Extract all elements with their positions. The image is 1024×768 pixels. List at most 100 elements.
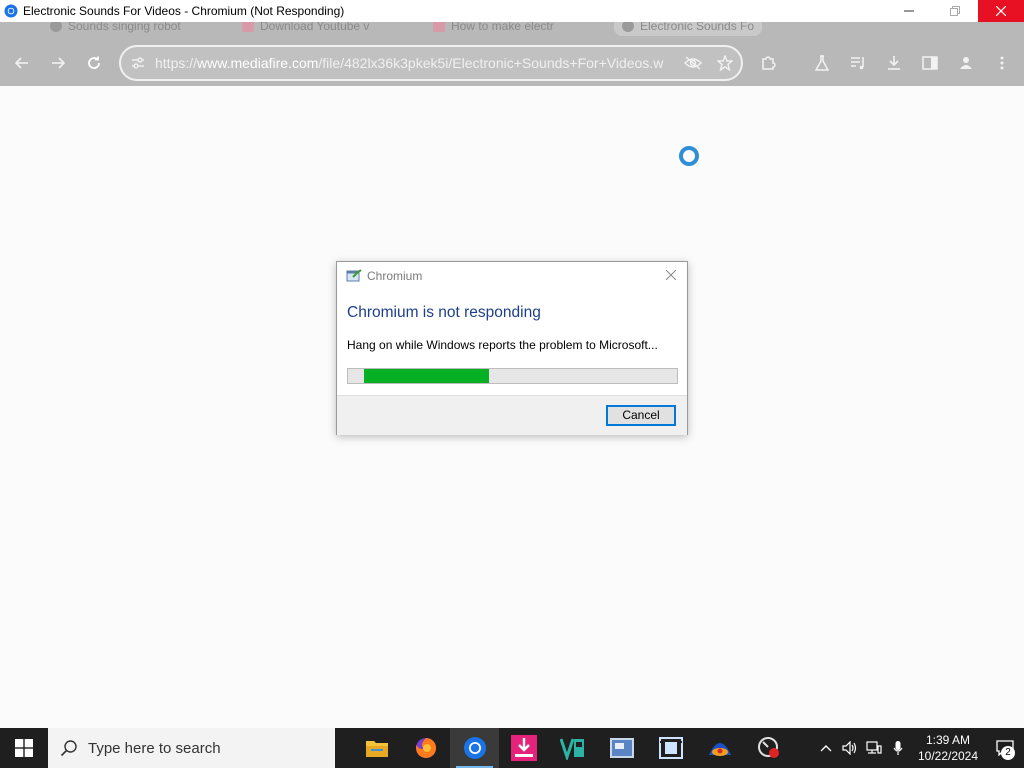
profile-button[interactable] bbox=[949, 46, 983, 80]
forward-icon bbox=[52, 57, 65, 69]
globe-icon bbox=[50, 22, 62, 32]
microphone-icon bbox=[893, 741, 903, 755]
window-titlebar: Electronic Sounds For Videos - Chromium … bbox=[0, 0, 1024, 22]
taskbar-file-explorer[interactable] bbox=[352, 728, 401, 768]
taskbar-screen-tool[interactable] bbox=[597, 728, 646, 768]
tab-3[interactable]: How to make electr bbox=[433, 22, 554, 36]
dialog-footer: Cancel bbox=[337, 395, 687, 435]
taskbar-vpn-app[interactable] bbox=[695, 728, 744, 768]
chromium-logo-icon bbox=[4, 4, 18, 18]
media-control-button[interactable] bbox=[841, 46, 875, 80]
network-icon bbox=[866, 741, 882, 754]
tab-4-active[interactable]: Electronic Sounds Fo bbox=[614, 22, 763, 36]
download-app-icon bbox=[510, 735, 537, 761]
page-icon bbox=[433, 22, 445, 32]
loading-spinner-icon bbox=[679, 146, 699, 166]
url-path: /file/482lx36k3pkek5i/Electronic+Sounds+… bbox=[318, 55, 664, 71]
progress-bar bbox=[347, 368, 678, 384]
notification-center-button[interactable]: 2 bbox=[986, 728, 1024, 768]
dialog-title: Chromium bbox=[367, 269, 423, 283]
tab-label: Electronic Sounds Fo bbox=[640, 22, 755, 33]
close-window-button[interactable] bbox=[978, 0, 1024, 22]
windows-logo-icon bbox=[15, 739, 33, 757]
restore-icon bbox=[950, 6, 960, 16]
url-text[interactable]: https://www.mediafire.com/file/482lx36k3… bbox=[155, 55, 677, 71]
file-explorer-icon bbox=[365, 741, 388, 757]
vpn-app-icon bbox=[708, 743, 731, 756]
url-host: www.mediafire.com bbox=[197, 55, 319, 71]
minimize-button[interactable] bbox=[886, 0, 932, 22]
tab-label: Sounds singing robot bbox=[68, 22, 181, 33]
tab-label: How to make electr bbox=[451, 22, 554, 33]
taskbar-media-app[interactable] bbox=[646, 728, 695, 768]
browser-chrome: Sounds singing robot Download Youtube v … bbox=[0, 22, 1024, 86]
media-app-icon bbox=[658, 737, 683, 759]
volume-button[interactable] bbox=[838, 728, 862, 768]
dialog-heading: Chromium is not responding bbox=[347, 304, 541, 321]
address-bar[interactable]: https://www.mediafire.com/file/482lx36k3… bbox=[119, 45, 743, 81]
dialog-titlebar: Chromium bbox=[337, 262, 687, 290]
taskbar-clock[interactable]: 1:39 AM 10/22/2024 bbox=[910, 732, 986, 764]
star-icon[interactable] bbox=[709, 55, 741, 71]
menu-icon bbox=[1000, 56, 1004, 70]
close-icon bbox=[665, 269, 677, 281]
close-icon bbox=[996, 6, 1006, 16]
taskbar-chromium[interactable] bbox=[450, 728, 499, 768]
reload-icon bbox=[88, 56, 100, 69]
forward-button[interactable] bbox=[41, 46, 75, 80]
taskbar-vs-app[interactable] bbox=[548, 728, 597, 768]
page-icon bbox=[242, 22, 254, 32]
taskbar: Type here to search 1:39 AM 10/22/2024 2 bbox=[0, 728, 1024, 768]
app-window-icon bbox=[346, 269, 362, 282]
clock-time: 1:39 AM bbox=[925, 733, 971, 747]
back-button[interactable] bbox=[5, 46, 39, 80]
screen-tool-icon bbox=[609, 738, 634, 758]
not-responding-dialog: Chromium Chromium is not responding Hang… bbox=[336, 261, 688, 435]
globe-icon bbox=[622, 22, 634, 32]
reload-button[interactable] bbox=[77, 46, 111, 80]
progress-fill bbox=[364, 369, 489, 383]
taskbar-download-app[interactable] bbox=[499, 728, 548, 768]
media-control-icon bbox=[851, 57, 864, 70]
tab-1[interactable]: Sounds singing robot bbox=[50, 22, 181, 36]
tray-overflow-button[interactable] bbox=[814, 728, 838, 768]
tab-strip: Sounds singing robot Download Youtube v … bbox=[0, 22, 1024, 40]
network-button[interactable] bbox=[862, 728, 886, 768]
taskbar-recorder-app[interactable] bbox=[744, 728, 793, 768]
minimize-icon bbox=[904, 10, 914, 12]
labs-button[interactable] bbox=[805, 46, 839, 80]
eye-off-icon[interactable] bbox=[677, 56, 709, 70]
restore-button[interactable] bbox=[932, 0, 978, 22]
download-icon bbox=[888, 56, 900, 70]
labs-icon bbox=[815, 55, 829, 71]
side-panel-button[interactable] bbox=[913, 46, 947, 80]
vs-app-icon bbox=[559, 738, 584, 760]
taskbar-search[interactable]: Type here to search bbox=[48, 728, 335, 768]
tab-label: Download Youtube v bbox=[260, 22, 370, 33]
taskbar-firefox[interactable] bbox=[401, 728, 450, 768]
extensions-icon bbox=[762, 56, 776, 70]
recorder-app-icon bbox=[757, 737, 779, 758]
url-scheme: https:// bbox=[155, 55, 198, 71]
system-tray: 1:39 AM 10/22/2024 2 bbox=[814, 728, 1024, 768]
side-panel-icon bbox=[922, 56, 938, 70]
firefox-icon bbox=[415, 737, 436, 758]
tab-2[interactable]: Download Youtube v bbox=[242, 22, 369, 36]
site-info-icon[interactable] bbox=[121, 56, 155, 70]
back-icon bbox=[15, 57, 28, 69]
volume-icon bbox=[842, 741, 857, 755]
cancel-button[interactable]: Cancel bbox=[606, 405, 676, 426]
search-icon bbox=[60, 740, 77, 757]
menu-button[interactable] bbox=[985, 46, 1019, 80]
dialog-message: Hang on while Windows reports the proble… bbox=[347, 338, 658, 352]
microphone-button[interactable] bbox=[886, 728, 910, 768]
chromium-icon bbox=[463, 737, 486, 759]
search-placeholder: Type here to search bbox=[88, 739, 221, 757]
start-button[interactable] bbox=[0, 728, 48, 768]
browser-toolbar: https://www.mediafire.com/file/482lx36k3… bbox=[0, 40, 1024, 86]
downloads-button[interactable] bbox=[877, 46, 911, 80]
dialog-close-button[interactable] bbox=[663, 267, 679, 283]
window-title: Electronic Sounds For Videos - Chromium … bbox=[23, 4, 345, 18]
chevron-up-icon bbox=[820, 745, 832, 752]
extensions-button[interactable] bbox=[751, 46, 785, 80]
